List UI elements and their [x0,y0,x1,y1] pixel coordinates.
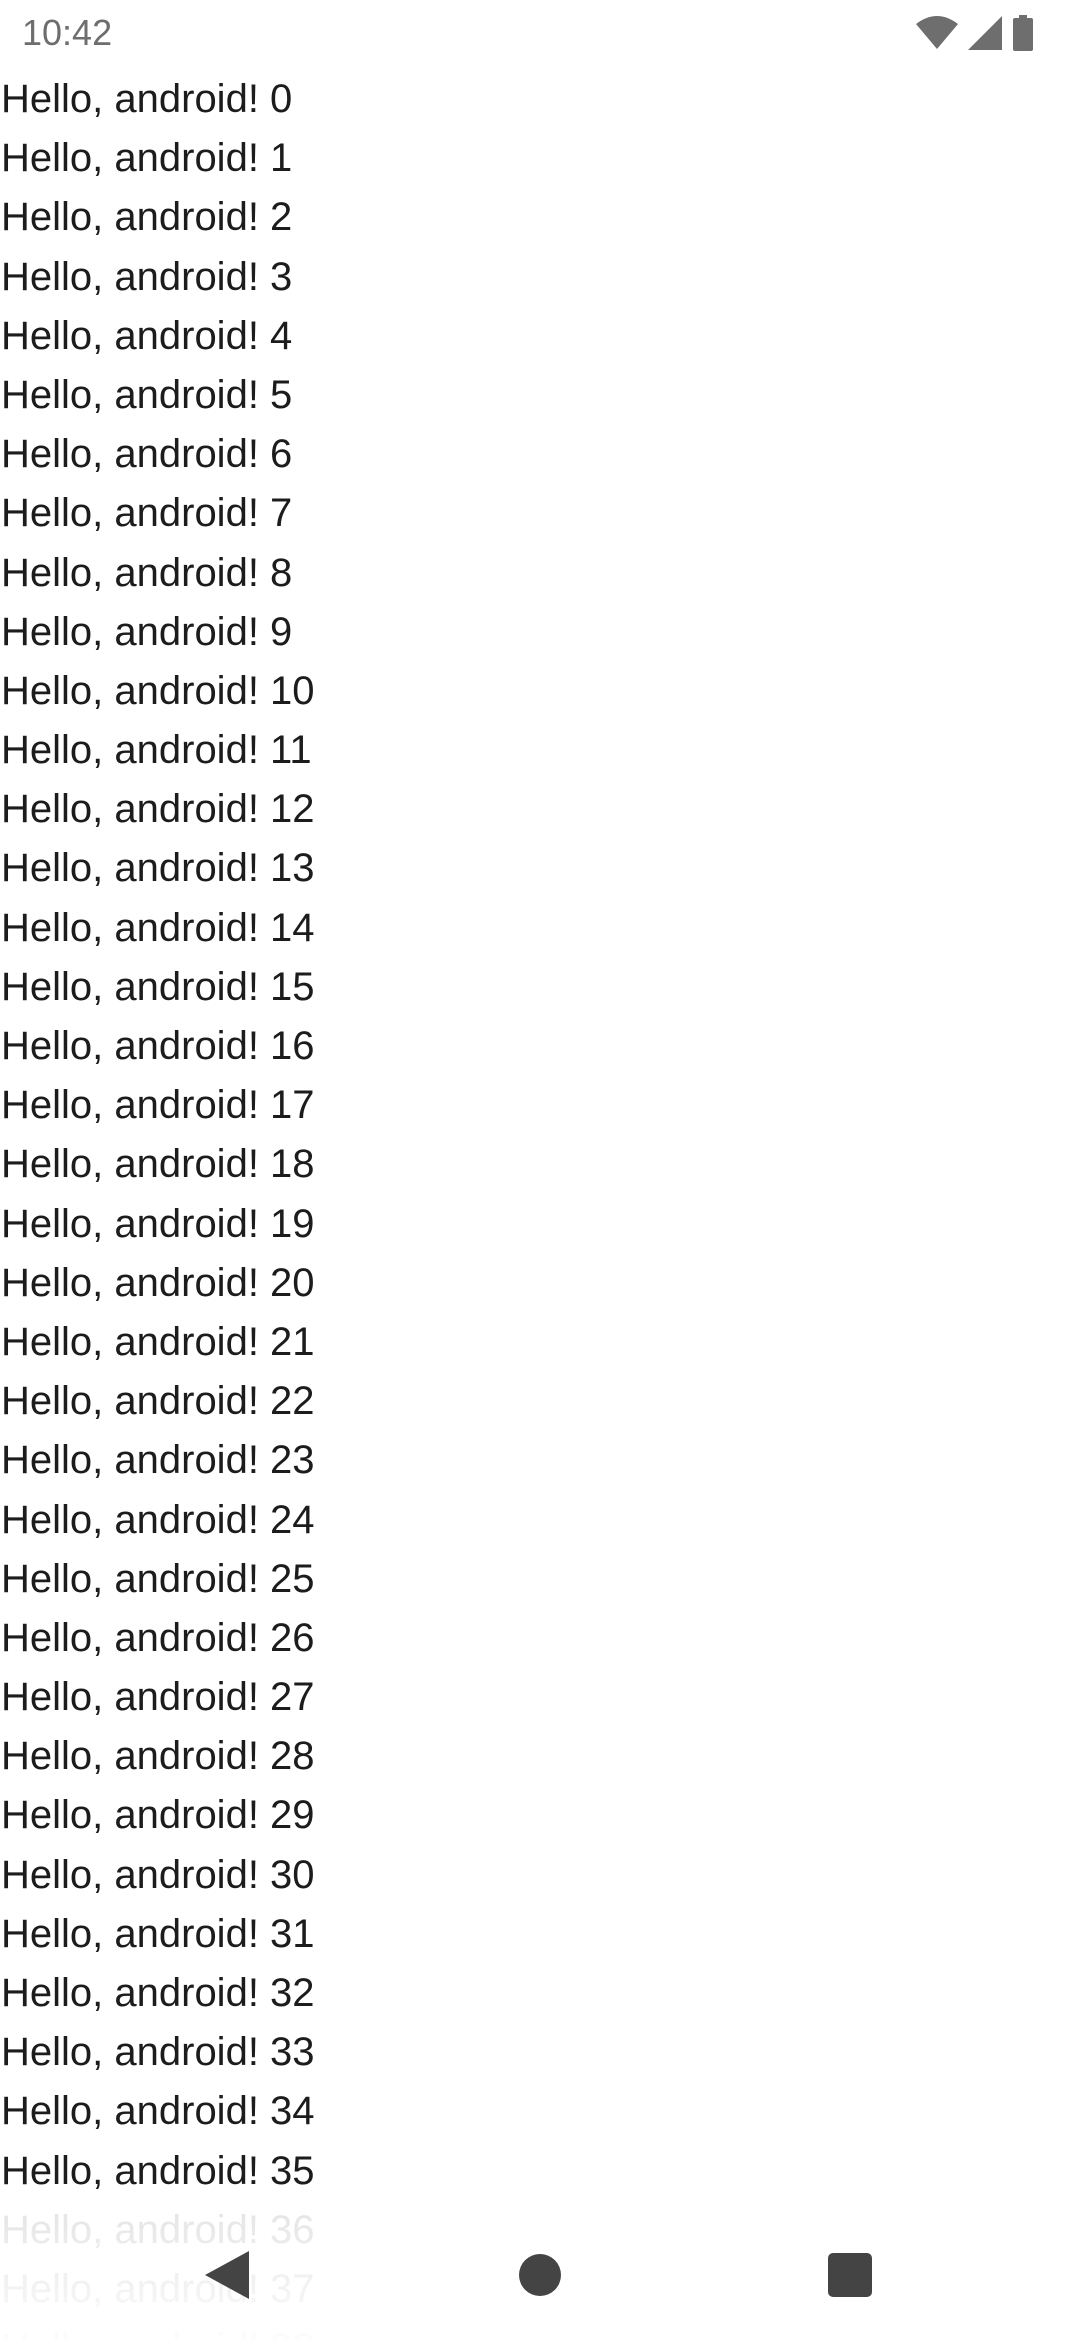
list-item: Hello, android! 8 [1,550,293,595]
list-item: Hello, android! 17 [1,1083,315,1128]
list-item: Hello, android! 24 [1,1497,315,1542]
cellular-signal-icon [968,16,1002,50]
list-item: Hello, android! 11 [1,728,312,773]
navigation-bar [0,2210,1080,2340]
list-item: Hello, android! 5 [1,372,293,417]
list-item: Hello, android! 16 [1,1024,315,1068]
list-item: Hello, android! 23 [1,1438,315,1483]
list-item: Hello, android! 22 [1,1379,315,1424]
list-item: Hello, android! 1 [1,136,293,181]
wifi-icon [916,16,958,50]
list-item: Hello, android! 21 [1,1319,315,1364]
list-item: Hello, android! 18 [1,1142,315,1187]
status-icons [916,15,1034,51]
list-item: Hello, android! 10 [1,668,315,713]
list-item: Hello, android! 14 [1,905,315,950]
list-item: Hello, android! 20 [1,1260,315,1305]
list-item: Hello, android! 13 [1,846,315,891]
list-item: Hello, android! 33 [1,2030,315,2075]
recents-button[interactable] [805,2232,895,2322]
list-item: Hello, android! 31 [1,1911,315,1956]
list-item: Hello, android! 25 [1,1556,315,1601]
recents-icon [828,2252,872,2302]
list-item: Hello, android! 4 [1,313,293,358]
list-item: Hello, android! 9 [1,609,293,654]
list[interactable]: Hello, android! 0 Hello, android! 1 Hello,… [0,70,1080,2340]
list-item: Hello, android! 28 [1,1734,315,1779]
home-button[interactable] [495,2232,585,2322]
status-time: 10:42 [22,12,113,53]
battery-icon [1012,15,1034,51]
list-item: Hello, android! 27 [1,1675,315,1720]
list-item: Hello, android! 29 [1,1793,315,1838]
status-bar: 10:42 [0,0,1080,66]
list-item: Hello, android! 0 [1,77,293,121]
home-icon [519,2253,561,2301]
list-item: Hello, android! 19 [1,1201,315,1246]
list-item: Hello, android! 12 [1,787,315,832]
back-icon [205,2250,249,2304]
list-item: Hello, android! 26 [1,1615,315,1660]
list-item: Hello, android! 6 [1,432,293,477]
back-button[interactable] [182,2232,272,2322]
list-item: Hello, android! 2 [1,195,293,240]
list-item: Hello, android! 7 [1,491,293,536]
list-item: Hello, android! 15 [1,964,315,1009]
list-item: Hello, android! 34 [1,2089,315,2134]
list-item: Hello, android! 32 [1,1971,315,2015]
list-item: Hello, android! 30 [1,1852,315,1897]
list-item: Hello, android! 3 [1,254,293,299]
list-item: Hello, android! 35 [1,2148,315,2193]
